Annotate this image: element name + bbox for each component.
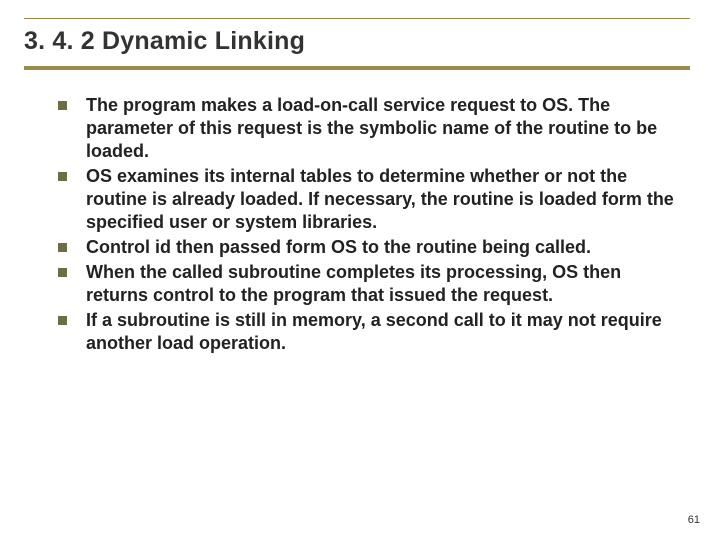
slide-title: 3. 4. 2 Dynamic Linking <box>24 27 690 56</box>
list-item: If a subroutine is still in memory, a se… <box>58 309 684 355</box>
page-number: 61 <box>688 514 700 526</box>
bullet-list: The program makes a load-on-call service… <box>30 94 690 355</box>
list-item: When the called subroutine completes its… <box>58 261 684 307</box>
slide: 3. 4. 2 Dynamic Linking The program make… <box>0 0 720 540</box>
list-item: Control id then passed form OS to the ro… <box>58 236 684 259</box>
list-item: The program makes a load-on-call service… <box>58 94 684 163</box>
title-container: 3. 4. 2 Dynamic Linking <box>24 18 690 70</box>
list-item: OS examines its internal tables to deter… <box>58 165 684 234</box>
